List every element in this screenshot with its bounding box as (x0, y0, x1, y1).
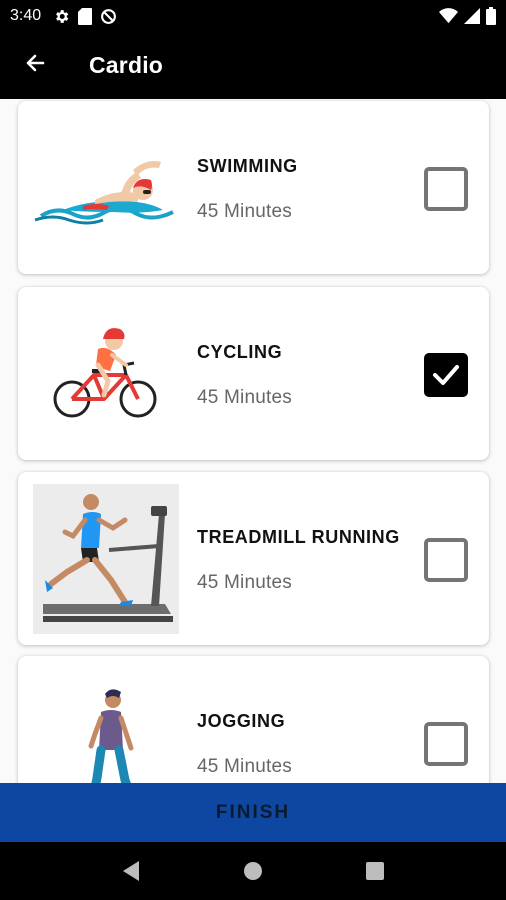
activity-card-treadmill-running[interactable]: TREADMILL RUNNING 45 Minutes (18, 472, 489, 645)
status-bar: 3:40 (0, 0, 506, 32)
back-button[interactable] (0, 32, 70, 99)
activity-duration: 45 Minutes (197, 201, 292, 222)
treadmill-runner-illustration (33, 484, 179, 634)
nav-home-button[interactable] (233, 851, 273, 891)
status-icons-right (439, 7, 496, 25)
arrow-left-icon (23, 51, 47, 80)
circle-home-icon (244, 862, 262, 880)
page-title: Cardio (89, 52, 164, 78)
activity-card-jogging[interactable]: JOGGING 45 Minutes (18, 656, 489, 783)
activity-duration: 45 Minutes (197, 572, 292, 593)
activity-duration: 45 Minutes (197, 387, 292, 408)
activity-checkbox[interactable] (424, 538, 468, 582)
activity-title: JOGGING (197, 711, 286, 731)
app-bar: Cardio (0, 32, 506, 99)
activity-checkbox[interactable] (424, 167, 468, 211)
activity-title: SWIMMING (197, 156, 298, 176)
activity-card-swimming[interactable]: SWIMMING 45 Minutes (18, 101, 489, 274)
no-sim-icon (100, 8, 117, 25)
activity-checkbox[interactable] (424, 353, 468, 397)
swimmer-illustration (33, 113, 179, 263)
wifi-icon (439, 8, 458, 24)
gear-icon (53, 8, 70, 25)
nav-recents-button[interactable] (355, 851, 395, 891)
signal-icon (464, 8, 480, 24)
checkmark-icon (433, 365, 459, 385)
sd-card-icon (78, 7, 93, 25)
activity-duration: 45 Minutes (197, 756, 292, 777)
activity-checkbox[interactable] (424, 722, 468, 766)
battery-icon (486, 7, 496, 25)
activity-title: CYCLING (197, 342, 283, 362)
jogger-illustration (33, 668, 179, 783)
activity-list[interactable]: SWIMMING 45 Minutes CYCLING 45 Minutes T… (0, 99, 506, 783)
status-icons-left (53, 7, 117, 25)
cyclist-illustration (33, 299, 179, 449)
activity-title: TREADMILL RUNNING (197, 527, 400, 547)
triangle-back-icon (123, 861, 139, 881)
square-recents-icon (366, 862, 384, 880)
finish-button[interactable]: FINISH (0, 783, 506, 842)
status-time: 3:40 (10, 7, 42, 24)
nav-back-button[interactable] (111, 851, 151, 891)
activity-card-cycling[interactable]: CYCLING 45 Minutes (18, 287, 489, 460)
system-nav-bar (0, 842, 506, 900)
finish-label: FINISH (215, 801, 291, 823)
